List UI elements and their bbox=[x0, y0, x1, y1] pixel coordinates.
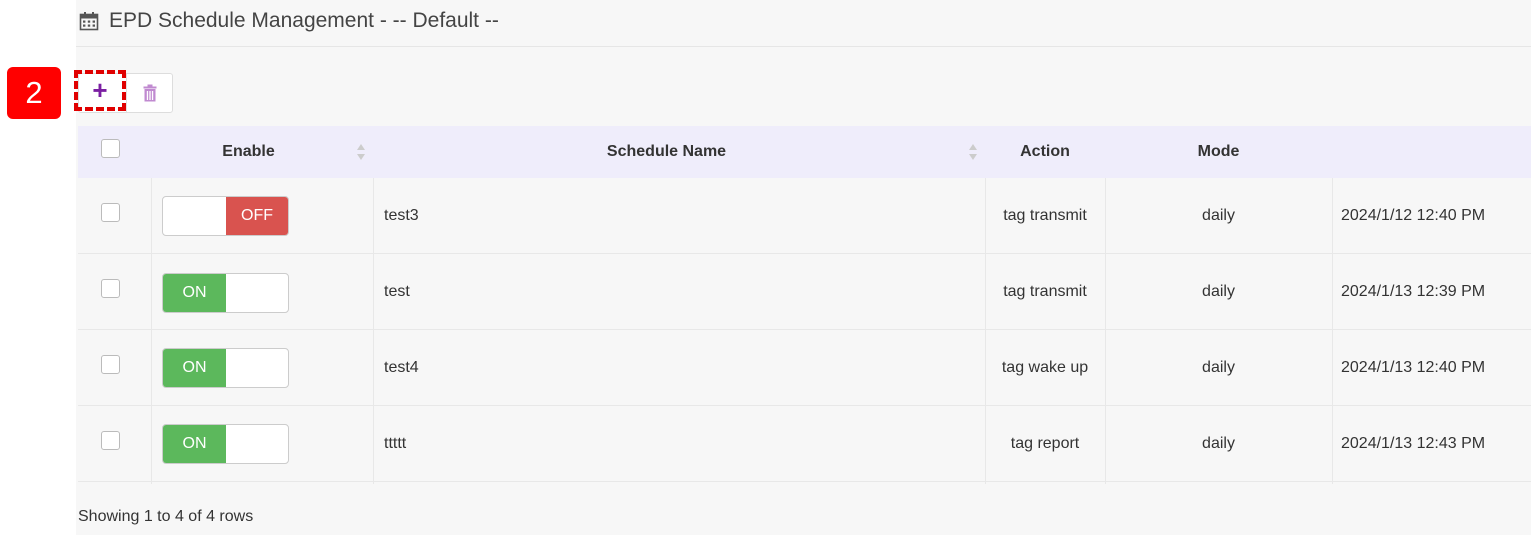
action-cell: tag transmit bbox=[1003, 283, 1087, 300]
mode-cell: daily bbox=[1202, 283, 1235, 300]
select-all-checkbox[interactable] bbox=[101, 139, 120, 158]
mode-cell: daily bbox=[1202, 435, 1235, 452]
row-checkbox[interactable] bbox=[101, 279, 120, 298]
schedule-table: Enable Schedule Name Action Mode OFF tes… bbox=[78, 126, 1531, 484]
time-cell: 2024/1/13 12:43 PM bbox=[1341, 435, 1486, 452]
sort-enable-icon[interactable] bbox=[356, 143, 366, 161]
toggle-on-label: ON bbox=[163, 425, 226, 463]
enable-toggle[interactable]: ON bbox=[162, 273, 289, 313]
delete-schedule-button[interactable] bbox=[129, 74, 171, 112]
schedule-name-cell: test4 bbox=[384, 359, 419, 376]
enable-toggle[interactable]: ON bbox=[162, 348, 289, 388]
time-cell: 2024/1/12 12:40 PM bbox=[1341, 207, 1486, 224]
calendar-icon bbox=[79, 11, 99, 31]
action-cell: tag wake up bbox=[1001, 359, 1089, 376]
page-title: EPD Schedule Management - -- Default -- bbox=[109, 9, 499, 32]
row-checkbox[interactable] bbox=[101, 355, 120, 374]
trash-icon bbox=[143, 84, 157, 102]
column-header-action: Action bbox=[1020, 143, 1070, 160]
toolbar-divider bbox=[126, 74, 127, 112]
toggle-off-label: OFF bbox=[226, 197, 288, 235]
enable-toggle[interactable]: ON bbox=[162, 424, 289, 464]
action-cell: tag transmit bbox=[1003, 207, 1087, 224]
table-row[interactable]: ON test4 tag wake up daily 2024/1/13 12:… bbox=[78, 330, 1531, 406]
add-schedule-button[interactable]: + bbox=[74, 70, 126, 111]
row-checkbox[interactable] bbox=[101, 431, 120, 450]
page-header: EPD Schedule Management - -- Default -- bbox=[76, 0, 1531, 47]
action-cell: tag report bbox=[1010, 435, 1080, 452]
schedule-name-cell: test3 bbox=[384, 207, 419, 224]
sort-schedule-name-icon[interactable] bbox=[968, 143, 978, 161]
schedule-name-cell: ttttt bbox=[384, 435, 407, 452]
time-cell: 2024/1/13 12:40 PM bbox=[1341, 359, 1486, 376]
toggle-on-label: ON bbox=[163, 349, 226, 387]
schedule-name-cell: test bbox=[384, 283, 410, 300]
time-cell: 2024/1/13 12:39 PM bbox=[1341, 283, 1486, 300]
column-header-mode: Mode bbox=[1197, 143, 1240, 160]
toggle-on-label: ON bbox=[163, 274, 226, 312]
pagination-status: Showing 1 to 4 of 4 rows bbox=[78, 508, 254, 525]
table-header-row: Enable Schedule Name Action Mode bbox=[78, 126, 1531, 178]
table-row[interactable]: ON ttttt tag report daily 2024/1/13 12:4… bbox=[78, 406, 1531, 482]
column-header-time bbox=[1332, 126, 1531, 178]
table-row[interactable]: ON test tag transmit daily 2024/1/13 12:… bbox=[78, 254, 1531, 330]
row-checkbox[interactable] bbox=[101, 203, 120, 222]
enable-toggle[interactable]: OFF bbox=[162, 196, 289, 236]
table-row[interactable]: OFF test3 tag transmit daily 2024/1/12 1… bbox=[78, 178, 1531, 254]
mode-cell: daily bbox=[1202, 359, 1235, 376]
mode-cell: daily bbox=[1202, 207, 1235, 224]
step-number-badge: 2 bbox=[7, 67, 61, 119]
column-header-schedule-name[interactable]: Schedule Name bbox=[373, 126, 960, 178]
column-header-enable[interactable]: Enable bbox=[151, 126, 346, 178]
plus-icon: + bbox=[92, 75, 108, 105]
